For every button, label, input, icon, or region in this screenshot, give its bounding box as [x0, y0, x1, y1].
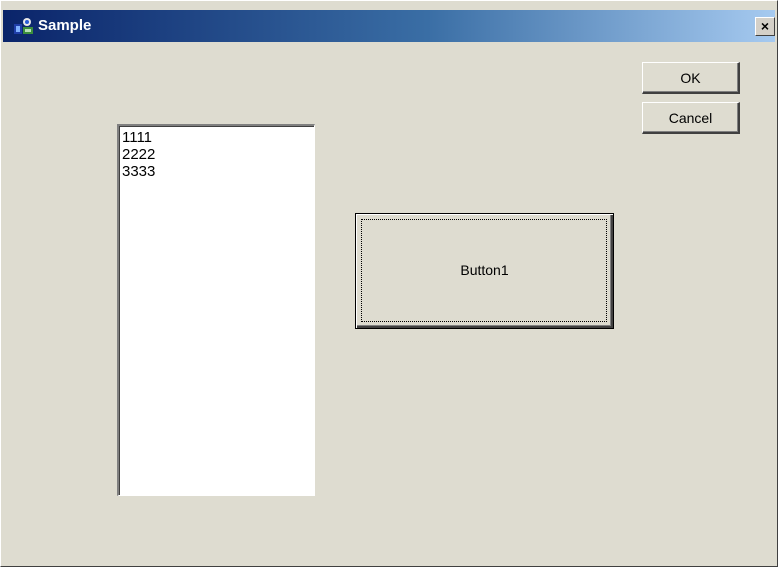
title-bar[interactable]: Sample × [3, 10, 775, 42]
dialog-window: Sample × OK Cancel 1111 2222 3333 Button… [0, 0, 778, 567]
close-icon: × [760, 18, 770, 34]
cancel-button[interactable]: Cancel [642, 102, 740, 134]
close-button[interactable]: × [755, 17, 775, 36]
app-icon[interactable] [13, 16, 35, 36]
button1-label: Button1 [460, 262, 509, 278]
listbox-items: 1111 2222 3333 [119, 126, 314, 180]
list-item[interactable]: 1111 [119, 129, 314, 146]
window-title: Sample [38, 17, 92, 34]
listbox[interactable]: 1111 2222 3333 [117, 124, 315, 496]
list-item[interactable]: 3333 [119, 163, 314, 180]
ok-button[interactable]: OK [642, 62, 740, 94]
cancel-button-label: Cancel [668, 110, 713, 126]
button1[interactable]: Button1 [355, 213, 614, 329]
list-item[interactable]: 2222 [119, 146, 314, 163]
ok-button-label: OK [680, 70, 701, 86]
